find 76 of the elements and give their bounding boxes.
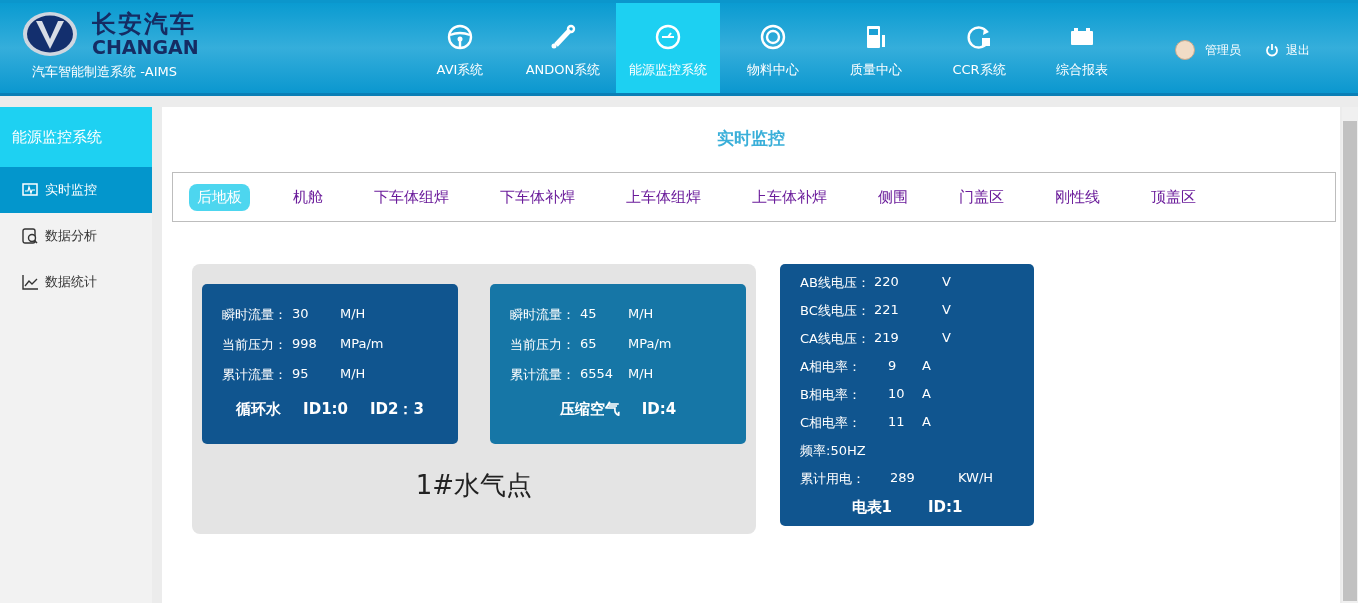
reading-value: 6554 <box>580 366 615 383</box>
reading-label: 累计用电： <box>800 470 866 488</box>
reading-label: C相电率： <box>800 414 863 432</box>
reading-value: 219 <box>874 330 900 347</box>
tab[interactable]: 上车体组焊 <box>618 183 709 211</box>
avatar-icon <box>1175 40 1195 60</box>
reading-label: BC线电压： <box>800 302 871 320</box>
steering-wheel-icon <box>446 23 474 51</box>
search-icon <box>22 228 39 244</box>
reading-label: 当前压力： <box>222 336 288 354</box>
gauge-icon <box>654 23 682 51</box>
monitor-icon <box>22 182 39 198</box>
reading-label: 累计流量： <box>222 366 288 384</box>
reading-value: 10 <box>888 386 906 403</box>
reading-value: 30 <box>292 306 310 323</box>
reading-unit: M/H <box>628 306 654 323</box>
reading-unit: M/H <box>340 366 366 383</box>
line-chart-icon <box>22 274 39 290</box>
reading-label: A相电率： <box>800 358 862 376</box>
sidebar-item[interactable]: 数据分析 <box>0 213 152 259</box>
reading-value: 45 <box>580 306 598 323</box>
brand-name: CHANGAN <box>92 37 199 57</box>
card-caption: ID:1 <box>928 498 963 517</box>
reading-label: 当前压力： <box>510 336 576 354</box>
brand-name: 长安汽车 <box>92 11 197 37</box>
reading-unit: A <box>922 386 931 403</box>
ring-icon <box>759 23 787 51</box>
reading-value: 220 <box>874 274 900 291</box>
tab[interactable]: 刚性线 <box>1047 183 1108 211</box>
reading-unit: V <box>942 302 951 319</box>
reading-label: 累计流量： <box>510 366 576 384</box>
shock-absorber-icon <box>549 23 577 51</box>
sidebar-title: 能源监控系统 <box>0 107 152 167</box>
reading-label: 瞬时流量： <box>222 306 288 324</box>
logo-icon <box>22 11 78 57</box>
card-caption: 循环水 <box>236 400 282 419</box>
reading-value: 998 <box>292 336 318 353</box>
reading-value: 65 <box>580 336 598 353</box>
sidebar-item[interactable]: 数据统计 <box>0 259 152 305</box>
reading-unit: A <box>922 414 931 431</box>
reading-unit: V <box>942 274 951 291</box>
reading-label: B相电率： <box>800 386 862 404</box>
station-name: 1#水气点 <box>414 469 534 502</box>
reading-label: 瞬时流量： <box>510 306 576 324</box>
card-caption: ID:4 <box>641 400 677 419</box>
tab[interactable]: 机舱 <box>285 183 331 211</box>
reading-value: 95 <box>292 366 310 383</box>
tab[interactable]: 门盖区 <box>951 183 1012 211</box>
reading-label: CA线电压： <box>800 330 871 348</box>
card-caption: ID1:0 <box>303 400 348 419</box>
reading-value: 11 <box>888 414 906 431</box>
power-icon <box>1265 43 1279 57</box>
reading-unit: M/H <box>628 366 654 383</box>
reading-unit: MPa/m <box>340 336 384 353</box>
system-subtitle: 汽车智能制造系统 -AIMS <box>32 63 179 81</box>
reading-value: 289 <box>890 470 916 487</box>
refresh-icon <box>965 23 993 51</box>
tab[interactable]: 下车体组焊 <box>366 183 457 211</box>
tab[interactable]: 上车体补焊 <box>744 183 835 211</box>
reading-unit: V <box>942 330 951 347</box>
reading-unit: KW/H <box>958 470 994 487</box>
card-caption: 压缩空气 <box>559 400 620 419</box>
card-caption: 电表1 <box>851 498 892 517</box>
tab[interactable]: 顶盖区 <box>1143 183 1204 211</box>
meter-reading: 频率:50HZ <box>800 442 866 460</box>
tab[interactable]: 下车体补焊 <box>492 183 583 211</box>
reading-unit: MPa/m <box>628 336 672 353</box>
tab[interactable]: 侧围 <box>870 183 916 211</box>
page-title: 实时监控 <box>716 127 786 150</box>
scrollbar[interactable] <box>1342 107 1358 603</box>
reading-value: 9 <box>888 358 898 375</box>
card-caption: ID2：3 <box>370 400 424 419</box>
reading-unit: A <box>922 358 931 375</box>
reading-value: 221 <box>874 302 900 319</box>
reading-unit: M/H <box>340 306 366 323</box>
reading-label: AB线电压： <box>800 274 871 292</box>
